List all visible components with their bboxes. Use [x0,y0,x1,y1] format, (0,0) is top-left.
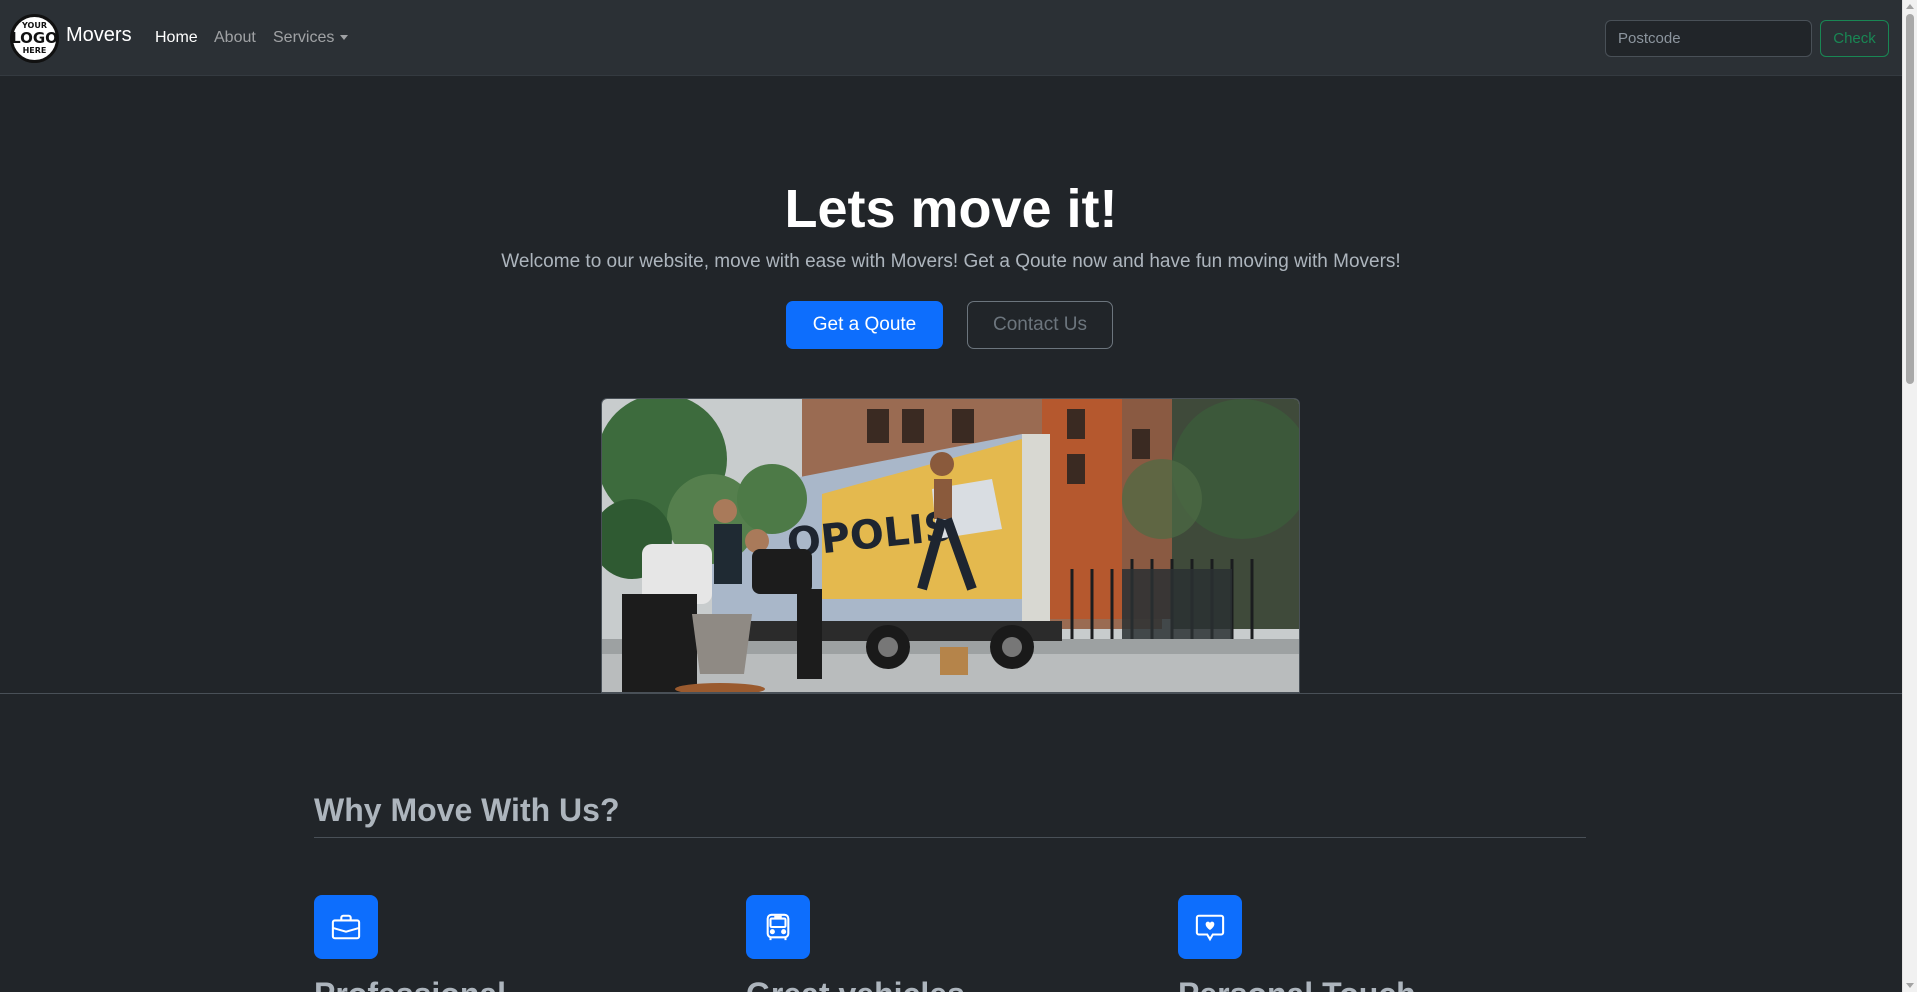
bus-icon [746,895,810,959]
logo-text-bottom: HERE [22,46,47,55]
logo-text-middle: LOGO [11,29,58,47]
feature-heading: Great vehicles [746,976,965,992]
check-button[interactable]: Check [1820,20,1889,57]
scroll-down-arrow-icon[interactable] [1906,983,1914,988]
nav-link-home[interactable]: Home [155,29,198,47]
feature-heading: Personal Touch [1178,976,1416,992]
hero-lead-text: Welcome to our website, move with ease w… [501,251,1401,272]
nav-link-services-dropdown[interactable]: Services [273,29,349,47]
feature-heading: Professional [314,976,506,992]
brand-name[interactable]: Movers [66,24,132,47]
hero-photo-illustration: OPOLIS [602,399,1299,692]
brand-logo[interactable]: YOUR LOGO HERE [10,14,59,63]
postcode-input[interactable] [1605,20,1812,57]
hero-title: Lets move it! [784,179,1118,239]
section-divider [0,693,1902,694]
page-scrollbar[interactable] [1902,0,1917,992]
hero-image-movers: OPOLIS [601,398,1300,693]
scroll-up-arrow-icon[interactable] [1906,4,1914,9]
chat-heart-icon [1178,895,1242,959]
briefcase-icon [314,895,378,959]
scrollbar-thumb[interactable] [1906,14,1914,384]
why-section-title: Why Move With Us? [314,792,620,828]
caret-down-icon [340,35,349,41]
why-section-rule [314,837,1586,838]
nav-link-services-label: Services [273,29,335,46]
nav-link-about[interactable]: About [214,29,256,47]
get-quote-button[interactable]: Get a Qoute [786,301,943,349]
navbar: YOUR LOGO HERE Movers Home About Service… [0,0,1902,76]
contact-us-button[interactable]: Contact Us [967,301,1113,349]
